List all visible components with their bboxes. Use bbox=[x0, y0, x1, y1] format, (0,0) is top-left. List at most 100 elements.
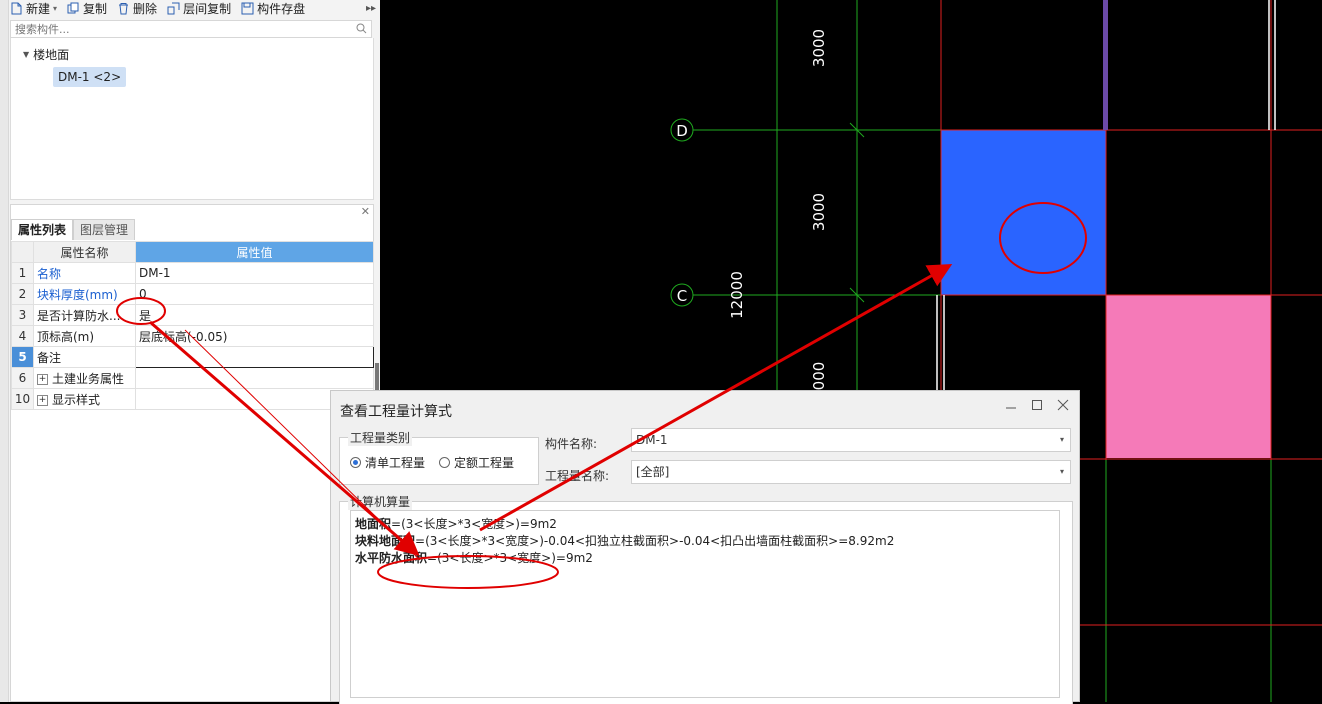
chevron-down-icon[interactable]: ▾ bbox=[1060, 461, 1064, 483]
pink-slab[interactable] bbox=[1106, 295, 1271, 458]
row-name-text: 土建业务属性 bbox=[52, 371, 125, 386]
window-controls bbox=[1005, 399, 1069, 411]
axis-label-c: C bbox=[677, 287, 687, 305]
row-num: 5 bbox=[11, 346, 34, 368]
left-panel: 新建 ▾ 复制 删除 层间复制 构件存盘 ▸▸ ▼ 楼地面 DM-1 <2> bbox=[0, 0, 380, 702]
row-value[interactable]: 是 bbox=[135, 304, 374, 326]
quantity-name-value: [全部] bbox=[636, 465, 670, 479]
table-row[interactable]: 10 + 显示样式 bbox=[11, 388, 374, 410]
calc-line: 水平防水面积=(3<长度>*3<宽度>)=9m2 bbox=[355, 550, 1055, 567]
row-name-group[interactable]: + 显示样式 bbox=[33, 388, 136, 410]
more-chevron-icon[interactable]: ▸▸ bbox=[366, 3, 376, 14]
row-value bbox=[135, 367, 374, 389]
row-num: 1 bbox=[11, 262, 34, 284]
left-strip bbox=[0, 0, 9, 702]
floor-copy-icon bbox=[167, 2, 180, 14]
header-num bbox=[11, 241, 34, 263]
row-value[interactable]: 0 bbox=[135, 283, 374, 305]
minimize-icon[interactable] bbox=[1005, 399, 1017, 411]
property-table: 属性名称 属性值 1 名称 DM-1 2 块料厚度(mm) 0 3 是否计算防水… bbox=[11, 241, 374, 410]
delete-label: 删除 bbox=[133, 1, 158, 16]
radio-bill-label: 清单工程量 bbox=[365, 456, 426, 470]
search-icon[interactable] bbox=[356, 23, 367, 34]
row-value[interactable]: 层底标高(-0.05) bbox=[135, 325, 374, 347]
calc-line-formula: =(3<长度>*3<宽度>)-0.04<扣独立柱截面积>-0.04<扣凸出墙面柱… bbox=[415, 534, 895, 548]
expand-triangle-icon[interactable]: ▼ bbox=[23, 50, 29, 59]
property-tabs: 属性列表 图层管理 bbox=[11, 219, 136, 240]
tree-group-label: 楼地面 bbox=[33, 48, 70, 62]
table-header-row: 属性名称 属性值 bbox=[11, 241, 374, 263]
save-component-icon bbox=[241, 2, 254, 14]
header-name: 属性名称 bbox=[33, 241, 136, 263]
property-panel: ✕ 属性列表 图层管理 属性名称 属性值 1 名称 DM-1 2 块料厚度(mm… bbox=[10, 204, 374, 702]
row-value[interactable]: DM-1 bbox=[135, 262, 374, 284]
radio-checked-icon[interactable] bbox=[350, 457, 361, 468]
delete-button[interactable]: 删除 bbox=[117, 0, 157, 17]
quantity-formula-dialog: 查看工程量计算式 工程量类别 清单工程量 定额工程量 构件名称: DM-1 ▾ … bbox=[330, 390, 1080, 704]
tab-property-list[interactable]: 属性列表 bbox=[11, 219, 74, 240]
copy-button[interactable]: 复制 bbox=[67, 0, 107, 17]
radio-bill-quantity[interactable]: 清单工程量 bbox=[350, 454, 425, 471]
table-row[interactable]: 2 块料厚度(mm) 0 bbox=[11, 283, 374, 305]
expand-plus-icon[interactable]: + bbox=[37, 394, 48, 406]
close-icon[interactable] bbox=[1057, 399, 1069, 411]
calc-line-label: 地面积 bbox=[355, 517, 392, 531]
quantity-type-group: 工程量类别 清单工程量 定额工程量 bbox=[339, 429, 539, 485]
tree-item-dm1[interactable]: DM-1 <2> bbox=[53, 67, 127, 87]
radio-quota-label: 定额工程量 bbox=[454, 456, 515, 470]
table-row[interactable]: 4 顶标高(m) 层底标高(-0.05) bbox=[11, 325, 374, 347]
row-num: 10 bbox=[11, 388, 34, 410]
radio-quota-quantity[interactable]: 定额工程量 bbox=[439, 454, 514, 471]
calc-line-formula: =(3<长度>*3<宽度>)=9m2 bbox=[427, 551, 593, 565]
table-row[interactable]: 6 + 土建业务属性 bbox=[11, 367, 374, 389]
component-name-select[interactable]: DM-1 ▾ bbox=[631, 428, 1071, 452]
floor-copy-label: 层间复制 bbox=[183, 1, 232, 16]
chevron-down-icon[interactable]: ▾ bbox=[1060, 429, 1064, 451]
row-value-input[interactable] bbox=[135, 346, 374, 368]
radio-unchecked-icon[interactable] bbox=[439, 457, 451, 468]
tab-layer-manage[interactable]: 图层管理 bbox=[73, 219, 136, 240]
column-purple bbox=[1103, 0, 1108, 130]
dim-label: 12000 bbox=[728, 271, 746, 319]
dim-label: 3000 bbox=[810, 29, 828, 67]
component-name-value: DM-1 bbox=[636, 433, 668, 447]
floor-copy-button[interactable]: 层间复制 bbox=[167, 0, 231, 17]
component-name-label: 构件名称: bbox=[545, 437, 598, 451]
row-name: 备注 bbox=[33, 346, 136, 368]
row-name: 名称 bbox=[33, 262, 136, 284]
new-file-icon bbox=[11, 2, 22, 14]
row-num: 2 bbox=[11, 283, 34, 305]
row-num: 3 bbox=[11, 304, 34, 326]
save-component-button[interactable]: 构件存盘 bbox=[241, 0, 305, 17]
computer-calc-group: 计算机算量 地面积=(3<长度>*3<宽度>)=9m2 块料地面积=(3<长度>… bbox=[339, 493, 1073, 704]
calc-formula-textarea[interactable]: 地面积=(3<长度>*3<宽度>)=9m2 块料地面积=(3<长度>*3<宽度>… bbox=[350, 510, 1060, 698]
row-name-group[interactable]: + 土建业务属性 bbox=[33, 367, 136, 389]
close-icon[interactable]: ✕ bbox=[361, 205, 370, 218]
new-label: 新建 bbox=[26, 1, 51, 16]
calc-line-formula: =(3<长度>*3<宽度>)=9m2 bbox=[391, 517, 557, 531]
dialog-title: 查看工程量计算式 bbox=[340, 404, 452, 420]
calc-line: 地面积=(3<长度>*3<宽度>)=9m2 bbox=[355, 516, 1055, 533]
component-tree: ▼ 楼地面 DM-1 <2> bbox=[10, 38, 374, 200]
dropdown-arrow-icon[interactable]: ▾ bbox=[53, 4, 57, 13]
search-input[interactable] bbox=[11, 21, 349, 37]
selected-slab[interactable] bbox=[941, 130, 1106, 295]
row-num: 4 bbox=[11, 325, 34, 347]
tree-group-floor[interactable]: ▼ 楼地面 bbox=[23, 46, 69, 63]
copy-label: 复制 bbox=[83, 1, 108, 16]
row-name: 块料厚度(mm) bbox=[33, 283, 136, 305]
maximize-icon[interactable] bbox=[1031, 399, 1043, 411]
dim-label: 000 bbox=[810, 362, 828, 391]
table-row-selected[interactable]: 5 备注 bbox=[11, 346, 374, 368]
table-row[interactable]: 3 是否计算防水... 是 bbox=[11, 304, 374, 326]
table-row[interactable]: 1 名称 DM-1 bbox=[11, 262, 374, 284]
quantity-type-legend: 工程量类别 bbox=[348, 429, 413, 446]
calc-line-label: 块料地面积 bbox=[355, 534, 416, 548]
quantity-name-select[interactable]: [全部] ▾ bbox=[631, 460, 1071, 484]
calc-line: 块料地面积=(3<长度>*3<宽度>)-0.04<扣独立柱截面积>-0.04<扣… bbox=[355, 533, 1055, 550]
expand-plus-icon[interactable]: + bbox=[37, 373, 48, 385]
new-button[interactable]: 新建 ▾ bbox=[10, 0, 57, 17]
search-box bbox=[10, 20, 372, 38]
trash-icon bbox=[119, 2, 129, 14]
computer-calc-legend: 计算机算量 bbox=[348, 493, 413, 510]
